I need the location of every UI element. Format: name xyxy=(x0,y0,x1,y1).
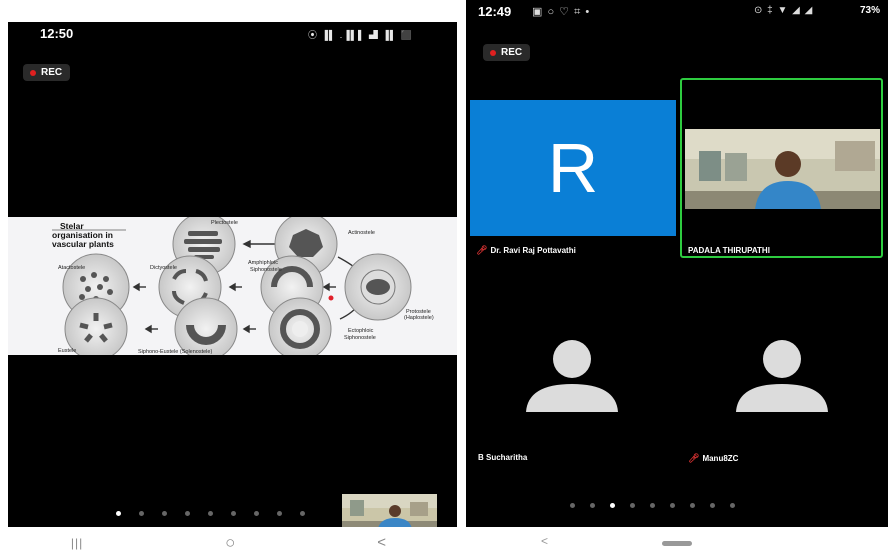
page-indicator[interactable] xyxy=(116,511,305,516)
left-nav-bar: ||| ○ < xyxy=(0,527,457,558)
page-dot[interactable] xyxy=(730,503,735,508)
default-user-icon xyxy=(526,340,618,412)
label-amphiphloic: Amphiphloic xyxy=(248,260,278,266)
notification-icons: ▣ ○ ♡ ⌗ • xyxy=(532,6,591,18)
page-dot[interactable] xyxy=(670,503,675,508)
back-button[interactable]: < xyxy=(377,534,386,551)
page-dot[interactable] xyxy=(630,503,635,508)
page-dot[interactable] xyxy=(116,511,121,516)
participant-name-label: 🎤︎ Manu8ZC xyxy=(688,453,738,464)
status-time: 12:49 xyxy=(478,4,512,19)
default-user-icon xyxy=(736,340,828,412)
page-indicator[interactable] xyxy=(570,503,735,508)
participant-name: PADALA THIRUPATHI xyxy=(688,246,770,255)
recording-badge[interactable]: REC xyxy=(483,44,531,61)
participant-name-label: B Sucharitha xyxy=(478,453,527,462)
record-dot-icon xyxy=(490,49,496,56)
recents-button[interactable]: ||| xyxy=(71,536,83,550)
participant-initial: R xyxy=(547,129,599,207)
page-dot[interactable] xyxy=(139,511,144,516)
page-dot[interactable] xyxy=(231,511,236,516)
page-dot[interactable] xyxy=(254,511,259,516)
participant-video xyxy=(685,129,880,209)
participant-tile-active-speaker[interactable]: PADALA THIRUPATHI xyxy=(680,78,883,258)
recording-label: REC xyxy=(501,47,523,58)
participant-name: Manu8ZC xyxy=(702,454,739,463)
label-ecto-siphonostele: Siphonostele xyxy=(344,335,376,341)
page-dot[interactable] xyxy=(690,503,695,508)
label-siphono-eustele: Siphono-Eustele (Solenostele) xyxy=(138,349,212,355)
label-plectostele: Plectostele xyxy=(211,220,238,226)
status-time: 12:50 xyxy=(40,26,74,41)
page-dot[interactable] xyxy=(277,511,282,516)
recording-label: REC xyxy=(41,67,63,78)
mic-muted-icon: 🎤︎ xyxy=(688,453,700,463)
participant-name-label: PADALA THIRUPATHI xyxy=(688,246,770,255)
right-phone-screen: 12:49 ▣ ○ ♡ ⌗ • ⊙ ‡ ▼ ◢ ◢ 73% REC R 🎤︎ D… xyxy=(466,0,888,527)
status-icons: ⦿ ▐▌ .▐▌▌ ▟ ▐▌ ⬛ xyxy=(308,30,413,40)
self-video-thumbnail[interactable] xyxy=(342,494,437,529)
page-dot[interactable] xyxy=(650,503,655,508)
page-dot[interactable] xyxy=(185,511,190,516)
label-actinostele: Actinostele xyxy=(348,230,375,236)
slide-title-line3: vascular plants xyxy=(52,239,114,249)
participant-name: B Sucharitha xyxy=(478,453,528,462)
back-button[interactable]: < xyxy=(541,534,548,548)
label-haplostele: (Haplostele) xyxy=(404,315,434,321)
page-dot[interactable] xyxy=(570,503,575,508)
battery-level: 73% xyxy=(860,5,881,16)
label-atactostele: Atactostele xyxy=(58,265,85,271)
label-ectophloic: Ectophloic xyxy=(348,328,374,334)
label-eustele: Eustele xyxy=(58,348,76,354)
stele-diagram: Stelar organisation in vascular plants P… xyxy=(52,217,434,355)
right-nav-bar: < xyxy=(466,527,888,558)
left-phone-screen: 12:50 ⦿ ▐▌ .▐▌▌ ▟ ▐▌ ⬛ REC Stelar organi… xyxy=(8,22,457,529)
participant-name-label: 🎤︎ Dr. Ravi Raj Pottavathi xyxy=(476,245,576,256)
page-dot[interactable] xyxy=(300,511,305,516)
page-dot[interactable] xyxy=(610,503,615,508)
participant-tile-default-avatar[interactable] xyxy=(524,340,620,412)
page-dot[interactable] xyxy=(590,503,595,508)
page-dot[interactable] xyxy=(208,511,213,516)
label-siphonostele: Siphonostele xyxy=(250,267,282,273)
signal-icons: ⊙ ‡ ▼ ◢ ◢ xyxy=(754,5,814,16)
gesture-handle[interactable] xyxy=(662,541,692,546)
page-dot[interactable] xyxy=(162,511,167,516)
participant-tile-default-avatar[interactable] xyxy=(734,340,830,412)
record-dot-icon xyxy=(30,69,36,76)
home-button[interactable]: ○ xyxy=(225,533,235,553)
participant-name: Dr. Ravi Raj Pottavathi xyxy=(490,246,576,255)
mic-muted-icon: 🎤︎ xyxy=(476,245,488,255)
page-dot[interactable] xyxy=(710,503,715,508)
recording-badge[interactable]: REC xyxy=(23,64,71,81)
shared-screen-slide[interactable]: Stelar organisation in vascular plants P… xyxy=(8,217,457,355)
participant-tile-avatar[interactable]: R xyxy=(470,100,676,236)
label-dictyostele: Dictyostele xyxy=(150,265,177,271)
